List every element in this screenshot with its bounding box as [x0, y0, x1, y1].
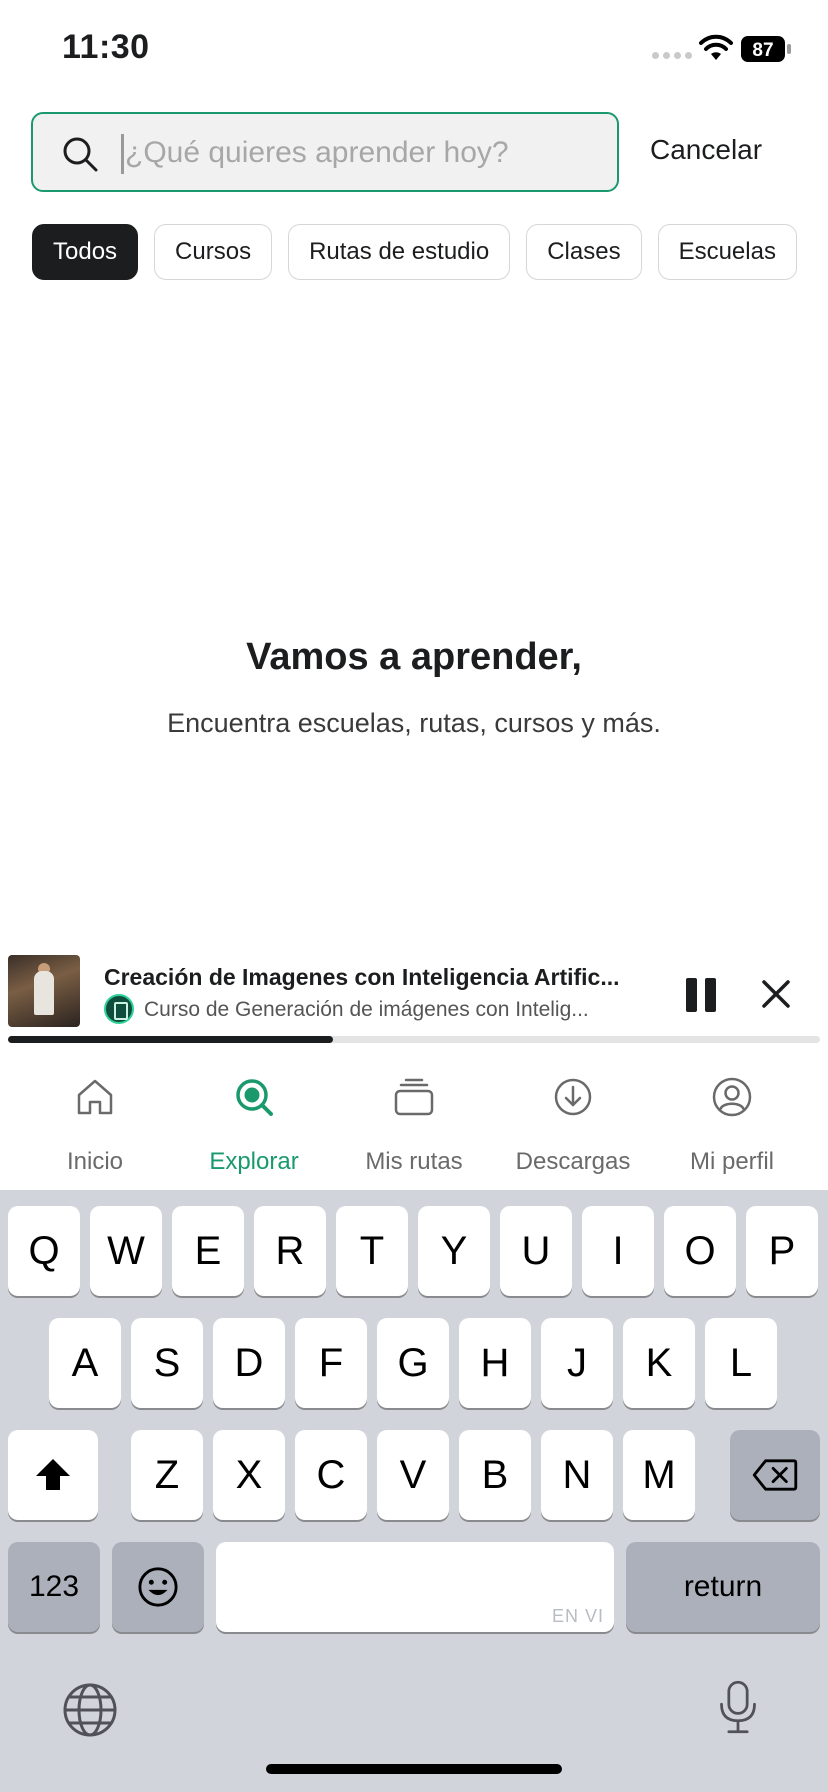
filter-chip-escuelas[interactable]: Escuelas: [657, 224, 797, 280]
space-key[interactable]: EN VI: [216, 1542, 614, 1632]
key-b[interactable]: B: [459, 1430, 531, 1520]
delete-key[interactable]: [730, 1430, 820, 1520]
key-o[interactable]: O: [664, 1206, 736, 1296]
filter-chip-todos[interactable]: Todos: [32, 224, 139, 280]
cellular-signal-icon: [652, 52, 692, 59]
key-t[interactable]: T: [336, 1206, 408, 1296]
player-progress-bar[interactable]: [8, 1036, 820, 1043]
player-thumbnail: [8, 955, 80, 1027]
filter-chip-rutas[interactable]: Rutas de estudio: [288, 224, 511, 280]
status-bar: 11:30 87: [0, 0, 828, 100]
key-q[interactable]: Q: [8, 1206, 80, 1296]
course-icon: [104, 994, 134, 1024]
key-s[interactable]: S: [131, 1318, 203, 1408]
profile-icon: [712, 1077, 752, 1117]
key-w[interactable]: W: [90, 1206, 162, 1296]
search-icon: [63, 137, 98, 172]
empty-state-subtitle: Encuentra escuelas, rutas, cursos y más.: [167, 708, 661, 738]
battery-icon: 87: [740, 35, 792, 63]
stack-icon: [394, 1078, 434, 1116]
tab-label: Mi perfil: [689, 1148, 774, 1175]
bottom-tab-bar: Inicio Explorar Mis rutas Descargas Mi p…: [0, 1056, 828, 1190]
search-box[interactable]: [31, 112, 619, 192]
tab-label: Mis rutas: [365, 1148, 463, 1175]
key-k[interactable]: K: [623, 1318, 695, 1408]
key-h[interactable]: H: [459, 1318, 531, 1408]
shift-key[interactable]: [8, 1430, 98, 1520]
tab-inicio[interactable]: Inicio: [15, 1056, 175, 1190]
key-a[interactable]: A: [49, 1318, 121, 1408]
tab-label: Inicio: [66, 1148, 124, 1175]
key-l[interactable]: L: [705, 1318, 777, 1408]
key-u[interactable]: U: [500, 1206, 572, 1296]
key-v[interactable]: V: [377, 1430, 449, 1520]
microphone-icon[interactable]: [716, 1678, 760, 1736]
player-subtitle: Curso de Generación de imágenes con Inte…: [144, 998, 589, 1021]
close-icon[interactable]: [756, 974, 796, 1014]
cancel-button[interactable]: Cancelar: [650, 134, 762, 166]
key-r[interactable]: R: [254, 1206, 326, 1296]
tab-label: Explorar: [209, 1148, 299, 1175]
empty-state-title: Vamos a aprender,: [246, 636, 582, 678]
tab-mis-rutas[interactable]: Mis rutas: [334, 1056, 494, 1190]
download-icon: [554, 1078, 592, 1116]
key-d[interactable]: D: [213, 1318, 285, 1408]
backspace-icon: [752, 1459, 798, 1491]
pause-button[interactable]: [686, 978, 716, 1012]
tab-mi-perfil[interactable]: Mi perfil: [652, 1056, 812, 1190]
filter-chip-cursos[interactable]: Cursos: [154, 224, 273, 280]
tab-descargas[interactable]: Descargas: [493, 1056, 653, 1190]
key-p[interactable]: P: [746, 1206, 818, 1296]
wifi-icon: [699, 34, 733, 60]
key-j[interactable]: J: [541, 1318, 613, 1408]
search-input[interactable]: [125, 130, 595, 176]
tab-explorar[interactable]: Explorar: [174, 1056, 334, 1190]
mini-player[interactable]: Creación de Imagenes con Inteligencia Ar…: [0, 950, 828, 1050]
player-progress-fill: [8, 1036, 333, 1043]
language-indicator: EN VI: [551, 1606, 604, 1626]
globe-icon[interactable]: [62, 1682, 118, 1738]
key-m[interactable]: M: [623, 1430, 695, 1520]
key-f[interactable]: F: [295, 1318, 367, 1408]
text-cursor: [121, 134, 124, 174]
emoji-key[interactable]: [112, 1542, 204, 1632]
key-g[interactable]: G: [377, 1318, 449, 1408]
key-n[interactable]: N: [541, 1430, 613, 1520]
emoji-icon: [138, 1567, 178, 1607]
numbers-key[interactable]: 123: [8, 1542, 100, 1632]
filter-chip-clases[interactable]: Clases: [526, 224, 642, 280]
home-icon: [77, 1079, 113, 1115]
key-c[interactable]: C: [295, 1430, 367, 1520]
on-screen-keyboard: Q W E R T Y U I O P A S D F G H J K L Z …: [0, 1190, 828, 1792]
key-x[interactable]: X: [213, 1430, 285, 1520]
key-z[interactable]: Z: [131, 1430, 203, 1520]
player-title: Creación de Imagenes con Inteligencia Ar…: [104, 964, 620, 990]
home-indicator: [266, 1764, 562, 1774]
return-key[interactable]: return: [626, 1542, 820, 1632]
key-y[interactable]: Y: [418, 1206, 490, 1296]
key-i[interactable]: I: [582, 1206, 654, 1296]
filter-chips: Todos Cursos Rutas de estudio Clases Esc…: [32, 224, 797, 280]
key-e[interactable]: E: [172, 1206, 244, 1296]
battery-level: 87: [752, 40, 773, 61]
status-time: 11:30: [62, 28, 150, 66]
explore-search-icon: [236, 1079, 273, 1116]
tab-label: Descargas: [515, 1148, 631, 1175]
shift-icon: [36, 1459, 70, 1490]
